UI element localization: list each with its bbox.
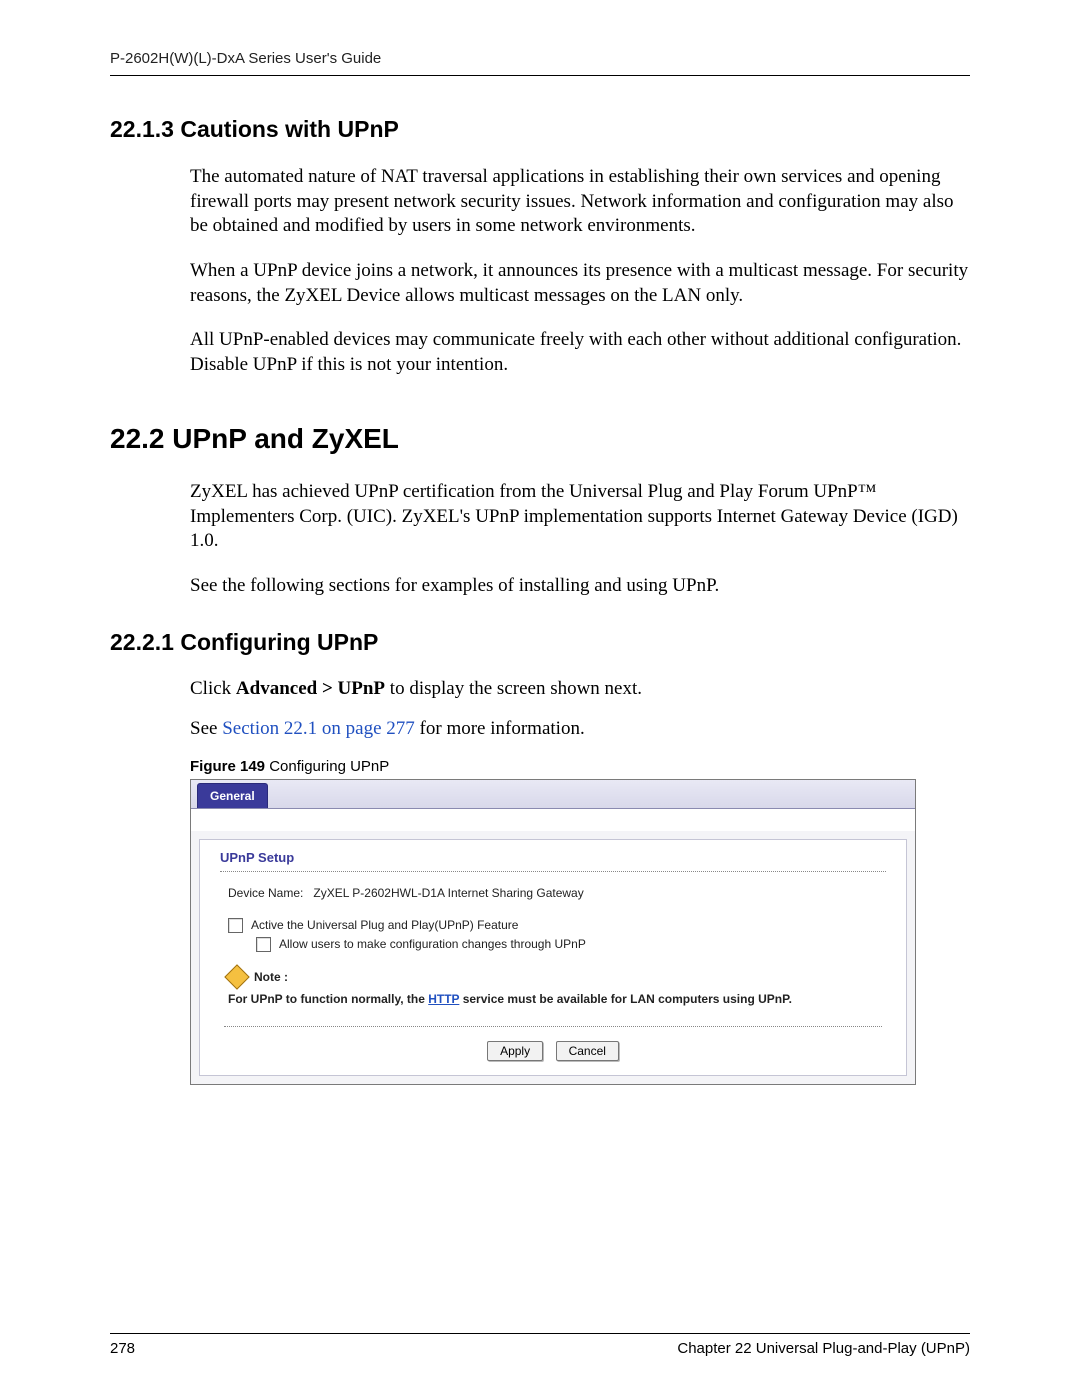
footer-rule — [110, 1333, 970, 1334]
note-block: Note : For UPnP to function normally, th… — [228, 968, 878, 1008]
section-22-2-1-body: Click Advanced > UPnP to display the scr… — [190, 678, 970, 740]
panel-title: UPnP Setup — [200, 840, 906, 869]
apply-button[interactable]: Apply — [487, 1041, 543, 1061]
note-icon — [224, 964, 249, 989]
checkbox-row-active-upnp: Active the Universal Plug and Play(UPnP)… — [228, 918, 878, 933]
checkbox-allow-config[interactable] — [256, 937, 271, 952]
page-footer: 278 Chapter 22 Universal Plug-and-Play (… — [110, 1333, 970, 1357]
click-instruction: Click Advanced > UPnP to display the scr… — [190, 678, 970, 700]
text: for more information. — [415, 718, 585, 739]
tab-strip: General — [191, 780, 915, 809]
para: ZyXEL has achieved UPnP certification fr… — [190, 480, 970, 554]
footer-row: 278 Chapter 22 Universal Plug-and-Play (… — [110, 1340, 970, 1357]
device-name-row: Device Name: ZyXEL P-2602HWL-D1A Interne… — [228, 886, 878, 900]
checkbox-row-allow-config: Allow users to make configuration change… — [256, 937, 878, 952]
upnp-config-screenshot: General UPnP Setup Device Name: ZyXEL P-… — [190, 779, 916, 1085]
text: to display the screen shown next. — [385, 678, 642, 699]
header-rule — [110, 75, 970, 76]
figure-caption: Figure 149 Configuring UPnP — [190, 758, 970, 775]
note-label: Note : — [254, 970, 288, 984]
page-number: 278 — [110, 1340, 135, 1357]
figure-number: Figure 149 — [190, 758, 265, 775]
http-service-link[interactable]: HTTP — [428, 992, 459, 1006]
divider — [224, 1026, 882, 1027]
heading-22-1-3: 22.1.3 Cautions with UPnP — [110, 116, 970, 143]
menu-path: Advanced > UPnP — [236, 678, 385, 699]
chapter-label: Chapter 22 Universal Plug-and-Play (UPnP… — [677, 1340, 970, 1357]
text: Click — [190, 678, 236, 699]
para: All UPnP-enabled devices may communicate… — [190, 328, 970, 377]
note-heading: Note : — [228, 968, 878, 986]
note-text: For UPnP to function normally, the HTTP … — [228, 990, 878, 1008]
button-row: Apply Cancel — [200, 1037, 906, 1075]
checkbox-label: Active the Universal Plug and Play(UPnP)… — [251, 918, 518, 932]
heading-22-2: 22.2 UPnP and ZyXEL — [110, 423, 970, 455]
section-22-1-3-body: The automated nature of NAT traversal ap… — [190, 165, 970, 378]
running-header: P-2602H(W)(L)-DxA Series User's Guide — [110, 50, 970, 75]
text: service must be available for LAN comput… — [459, 992, 792, 1006]
checkbox-label: Allow users to make configuration change… — [279, 937, 586, 951]
para: When a UPnP device joins a network, it a… — [190, 259, 970, 308]
see-reference: See Section 22.1 on page 277 for more in… — [190, 718, 970, 740]
divider — [220, 871, 886, 872]
para: The automated nature of NAT traversal ap… — [190, 165, 970, 239]
section-22-2-body: ZyXEL has achieved UPnP certification fr… — [190, 480, 970, 599]
page: P-2602H(W)(L)-DxA Series User's Guide 22… — [0, 0, 1080, 1397]
screenshot-container: General UPnP Setup Device Name: ZyXEL P-… — [190, 779, 970, 1085]
checkbox-active-upnp[interactable] — [228, 918, 243, 933]
spacer — [191, 809, 915, 831]
cross-reference-link[interactable]: Section 22.1 on page 277 — [222, 718, 415, 739]
device-name-label: Device Name: — [228, 886, 303, 900]
para: See the following sections for examples … — [190, 574, 970, 599]
heading-22-2-1: 22.2.1 Configuring UPnP — [110, 629, 970, 656]
panel-body: Device Name: ZyXEL P-2602HWL-D1A Interne… — [200, 886, 906, 1012]
device-name-value: ZyXEL P-2602HWL-D1A Internet Sharing Gat… — [313, 886, 583, 900]
text: See — [190, 718, 222, 739]
upnp-setup-panel: UPnP Setup Device Name: ZyXEL P-2602HWL-… — [199, 839, 907, 1076]
figure-title: Configuring UPnP — [265, 758, 389, 775]
text: For UPnP to function normally, the — [228, 992, 428, 1006]
tab-general[interactable]: General — [197, 783, 268, 808]
cancel-button[interactable]: Cancel — [556, 1041, 619, 1061]
